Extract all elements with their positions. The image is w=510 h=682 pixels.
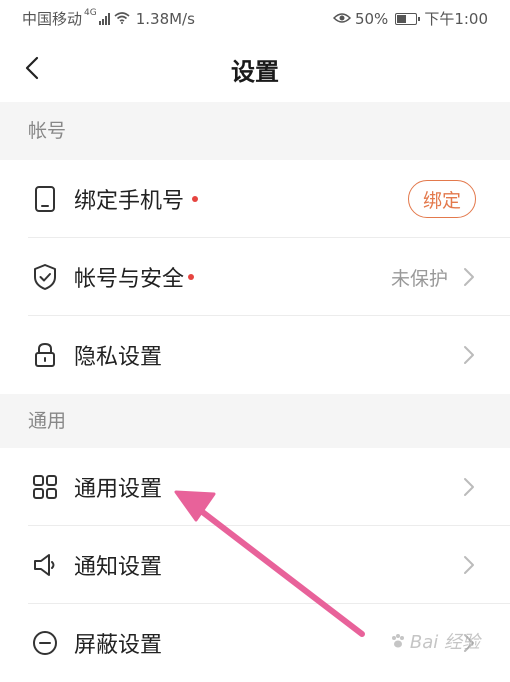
settings-row-privacy[interactable]: 隐私设置: [0, 316, 510, 394]
chevron-right-icon: [464, 268, 474, 286]
row-label-text: 隐私设置: [74, 345, 163, 370]
row-label-text: 帐号与安全: [74, 267, 185, 292]
clock: 下午1:00: [424, 10, 488, 28]
row-label-text: 通知设置: [74, 555, 163, 580]
battery-icon: [395, 12, 421, 25]
notification-dot: [192, 196, 199, 202]
watermark-text: Bai 经验: [409, 632, 480, 653]
row-label: 屏蔽设置: [74, 627, 162, 659]
speaker-icon: [30, 550, 60, 580]
row-label: 隐私设置: [74, 339, 162, 371]
wifi-icon: [114, 10, 130, 28]
status-bar: 中国移动 4G 1.38M/s 50% 下午1:00: [0, 0, 510, 34]
section-header-general: 通用: [0, 394, 510, 448]
settings-row-general[interactable]: 通用设置: [0, 448, 510, 526]
status-right: 50% 下午1:00: [332, 8, 488, 29]
watermark: Bai 经验: [390, 628, 480, 654]
row-label-text: 绑定手机号: [74, 189, 185, 214]
status-left: 中国移动 4G 1.38M/s: [22, 8, 195, 29]
paw-icon: [391, 634, 404, 648]
battery-percent: 50%: [354, 9, 389, 28]
chevron-right-icon: [464, 478, 474, 496]
shield-check-icon: [30, 262, 60, 292]
bind-phone-button[interactable]: 绑定: [408, 180, 476, 218]
eye-comfort-icon: [332, 10, 352, 28]
notification-dot: [188, 274, 195, 280]
row-label-text: 屏蔽设置: [74, 633, 163, 658]
minus-circle-icon: [30, 628, 60, 658]
phone-icon: [30, 184, 60, 214]
chevron-right-icon: [464, 346, 474, 364]
network-type: 4G: [84, 7, 97, 18]
settings-row-bind-phone[interactable]: 绑定手机号 绑定: [0, 160, 510, 238]
settings-row-account-security[interactable]: 帐号与安全 未保护: [0, 238, 510, 316]
row-label-text: 通用设置: [74, 477, 163, 502]
section-header-account: 帐号: [0, 102, 510, 160]
nav-bar: 设置: [0, 36, 510, 100]
row-label: 绑定手机号: [74, 183, 199, 215]
network-speed: 1.38M/s: [135, 9, 195, 28]
settings-row-notifications[interactable]: 通知设置: [0, 526, 510, 604]
chevron-right-icon: [464, 556, 474, 574]
row-label: 通用设置: [74, 471, 162, 503]
signal-icon: [98, 12, 110, 25]
security-status: 未保护: [390, 267, 448, 290]
lock-icon: [30, 340, 60, 370]
carrier-name: 中国移动: [22, 10, 83, 28]
page-title: 设置: [231, 58, 279, 86]
row-label: 帐号与安全: [74, 261, 195, 293]
row-label: 通知设置: [74, 549, 162, 581]
grid-icon: [30, 472, 60, 502]
